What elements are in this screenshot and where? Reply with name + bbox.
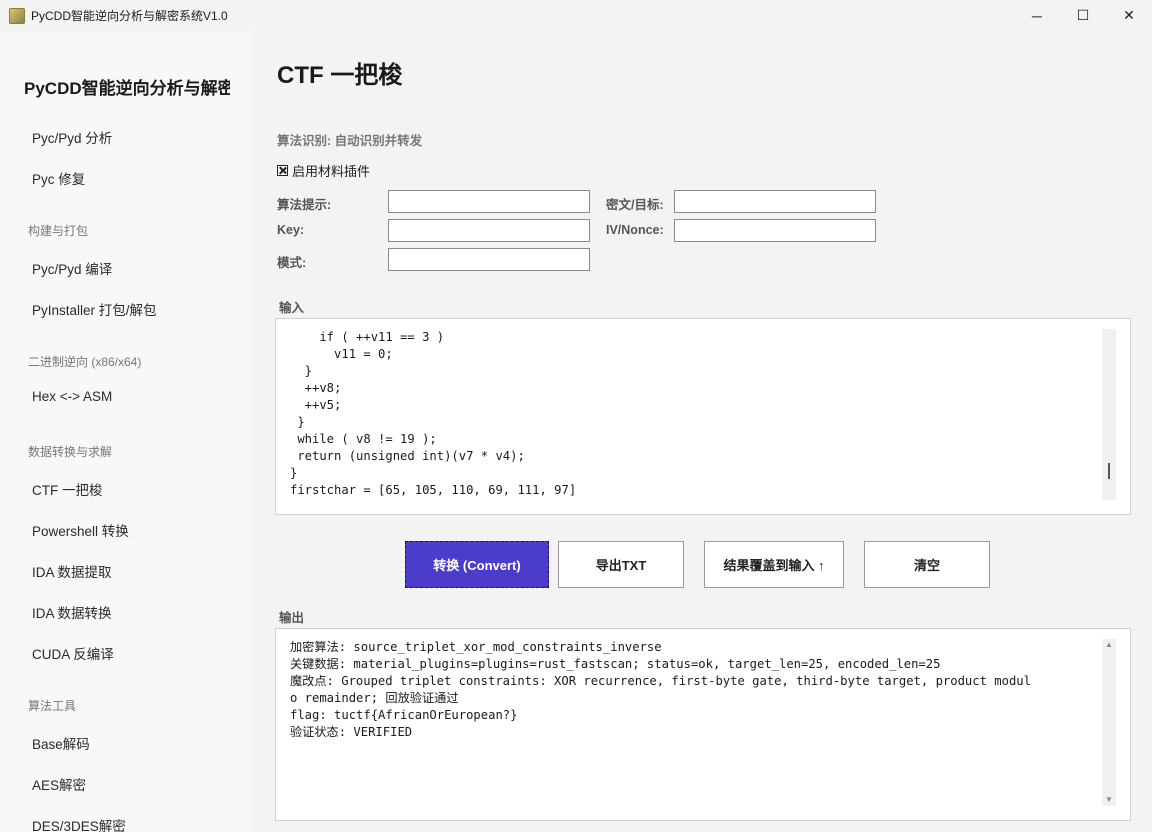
plugin-checkbox-row[interactable]: 启用材料插件 [277, 161, 370, 180]
convert-button[interactable]: 转换 (Convert) [405, 541, 549, 588]
sidebar-item-base[interactable]: Base解码 [32, 733, 90, 753]
mode-label: 模式: [277, 256, 307, 270]
page-title: CTF 一把梭 [277, 62, 403, 89]
sidebar-item-des[interactable]: DES/3DES解密 [32, 815, 126, 832]
key-input[interactable] [388, 219, 590, 242]
output-scrollbar[interactable]: ▲ ▼ [1102, 639, 1116, 806]
cipher-label: 密文/目标: [606, 198, 664, 212]
mode-input[interactable] [388, 248, 590, 271]
output-textarea[interactable]: 加密算法: source_triplet_xor_mod_constraints… [275, 628, 1131, 821]
window-title: PyCDD智能逆向分析与解密系统V1.0 [31, 9, 228, 23]
sidebar-item-cuda[interactable]: CUDA 反编译 [32, 643, 114, 663]
hint-label: 算法提示: [277, 198, 332, 212]
sidebar-title: PyCDD智能逆向分析与解密 [24, 79, 230, 98]
sidebar: PyCDD智能逆向分析与解密 Pyc/Pyd 分析 Pyc 修复 构建与打包 P… [0, 31, 251, 832]
sidebar-item-ida-convert[interactable]: IDA 数据转换 [32, 602, 112, 622]
input-scroll-thumb[interactable] [1108, 463, 1110, 479]
export-txt-button[interactable]: 导出TXT [558, 541, 684, 588]
sidebar-item-pyc-pyd-analysis[interactable]: Pyc/Pyd 分析 [32, 127, 112, 147]
input-section-label: 输入 [279, 301, 305, 315]
maximize-button[interactable]: ☐ [1060, 0, 1106, 31]
sidebar-section-data: 数据转换与求解 [28, 445, 113, 459]
sidebar-item-pyinstaller[interactable]: PyInstaller 打包/解包 [32, 299, 157, 319]
sidebar-item-aes[interactable]: AES解密 [32, 774, 86, 794]
sidebar-item-powershell[interactable]: Powershell 转换 [32, 520, 129, 540]
iv-input[interactable] [674, 219, 876, 242]
output-section-label: 输出 [279, 611, 305, 625]
clear-button[interactable]: 清空 [864, 541, 990, 588]
overwrite-input-button[interactable]: 结果覆盖到输入 ↑ [704, 541, 844, 588]
cipher-input[interactable] [674, 190, 876, 213]
iv-label: IV/Nonce: [606, 223, 664, 237]
title-bar: PyCDD智能逆向分析与解密系统V1.0 ─ ☐ ✕ [0, 0, 1152, 31]
algo-id-label: 算法识别: 自动识别并转发 [277, 134, 423, 148]
sidebar-section-algo: 算法工具 [28, 699, 77, 713]
input-scrollbar[interactable] [1102, 329, 1116, 500]
close-button[interactable]: ✕ [1106, 0, 1152, 31]
sidebar-item-hex-asm[interactable]: Hex <-> ASM [32, 389, 112, 404]
minimize-button[interactable]: ─ [1014, 0, 1060, 31]
sidebar-item-pyc-repair[interactable]: Pyc 修复 [32, 168, 85, 188]
sidebar-item-ctf[interactable]: CTF 一把梭 [32, 479, 103, 499]
sidebar-section-build: 构建与打包 [28, 224, 89, 238]
app-icon [9, 7, 25, 24]
input-textarea[interactable]: if ( ++v11 == 3 ) v11 = 0; } ++v8; ++v5;… [275, 318, 1131, 515]
plugin-checkbox-label: 启用材料插件 [292, 164, 371, 179]
sidebar-item-ida-extract[interactable]: IDA 数据提取 [32, 561, 112, 581]
window-controls: ─ ☐ ✕ [1014, 0, 1152, 31]
input-code: if ( ++v11 == 3 ) v11 = 0; } ++v8; ++v5;… [290, 330, 577, 497]
plugin-checkbox[interactable] [277, 165, 288, 176]
output-text: 加密算法: source_triplet_xor_mod_constraints… [290, 640, 1031, 739]
main-panel: CTF 一把梭 算法识别: 自动识别并转发 启用材料插件 算法提示: 密文/目标… [251, 31, 1152, 832]
sidebar-item-pyc-pyd-compile[interactable]: Pyc/Pyd 编译 [32, 258, 112, 278]
hint-input[interactable] [388, 190, 590, 213]
scroll-down-icon[interactable]: ▼ [1102, 794, 1116, 806]
sidebar-section-binary: 二进制逆向 (x86/x64) [28, 355, 142, 369]
scroll-up-icon[interactable]: ▲ [1102, 639, 1116, 651]
key-label: Key: [277, 223, 305, 237]
